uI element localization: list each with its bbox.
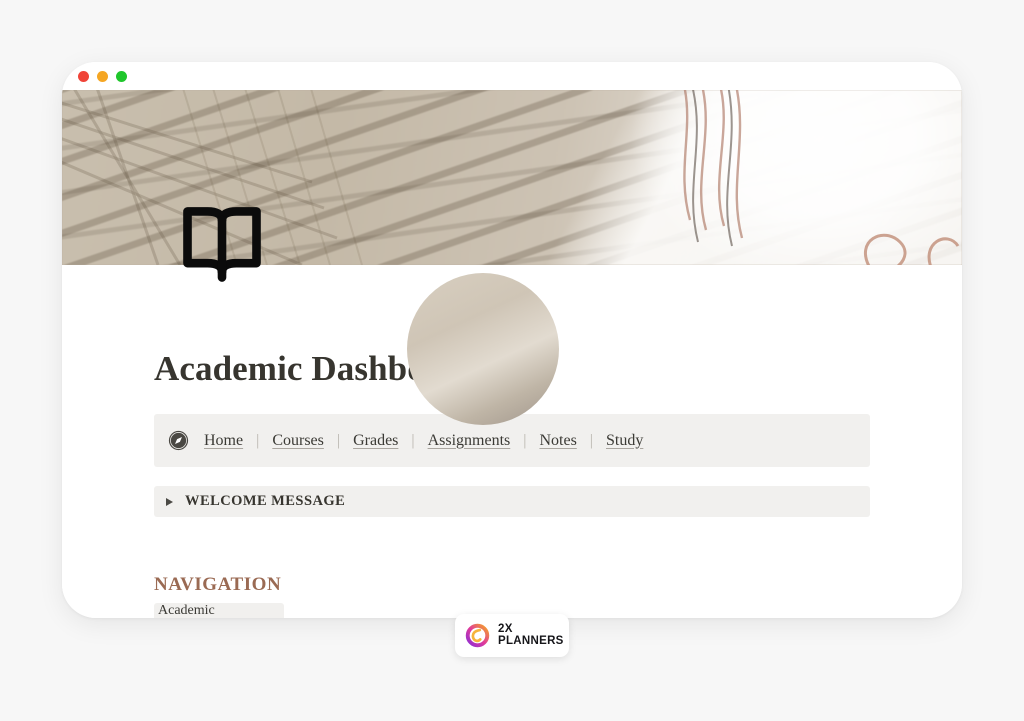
watermark-line-1: 2X xyxy=(498,623,513,635)
nav-link-assignments[interactable]: Assignments xyxy=(428,432,511,450)
nav-separator: | xyxy=(336,431,341,449)
nav-link-grades[interactable]: Grades xyxy=(353,432,398,450)
welcome-message-toggle[interactable]: WELCOME MESSAGE xyxy=(154,486,870,517)
close-window-button[interactable] xyxy=(78,70,89,82)
browser-window: Academic Dashboard Home | Courses | Grad… xyxy=(62,62,962,618)
maximize-window-button[interactable] xyxy=(116,70,127,82)
navigation-links: Home | Courses | Grades | Assignments | … xyxy=(204,432,643,450)
2x-planners-logo-icon xyxy=(465,623,490,648)
compass-icon xyxy=(168,430,189,451)
browser-titlebar xyxy=(62,62,962,90)
circular-image-thumbnail[interactable] xyxy=(407,273,559,425)
nav-separator: | xyxy=(411,431,415,449)
navigation-section-heading: NAVIGATION xyxy=(154,574,282,595)
nav-link-home[interactable]: Home xyxy=(204,432,243,450)
page-body: Academic Dashboard Home | Courses | Grad… xyxy=(62,265,962,618)
chevron-right-icon[interactable] xyxy=(166,497,173,506)
watermark-line-2: PLANNERS xyxy=(498,634,564,647)
nav-link-courses[interactable]: Courses xyxy=(272,432,324,450)
nav-link-notes[interactable]: Notes xyxy=(539,432,576,450)
welcome-message-toggle-label: WELCOME MESSAGE xyxy=(185,493,346,509)
watermark-badge: 2X PLANNERS xyxy=(455,614,569,657)
nav-separator: | xyxy=(256,431,260,449)
minimize-window-button[interactable] xyxy=(97,70,108,82)
nav-separator: | xyxy=(589,431,593,449)
dried-stems-decoration xyxy=(683,90,960,265)
nav-separator: | xyxy=(523,431,527,449)
navigation-callout: Home | Courses | Grades | Assignments | … xyxy=(154,414,870,467)
watermark-text: 2X PLANNERS xyxy=(498,623,564,647)
palm-frond-shadow-decoration xyxy=(62,90,363,265)
navigation-section-row[interactable]: Academic xyxy=(154,603,284,618)
nav-link-study[interactable]: Study xyxy=(606,432,643,450)
open-book-icon[interactable] xyxy=(176,197,268,289)
